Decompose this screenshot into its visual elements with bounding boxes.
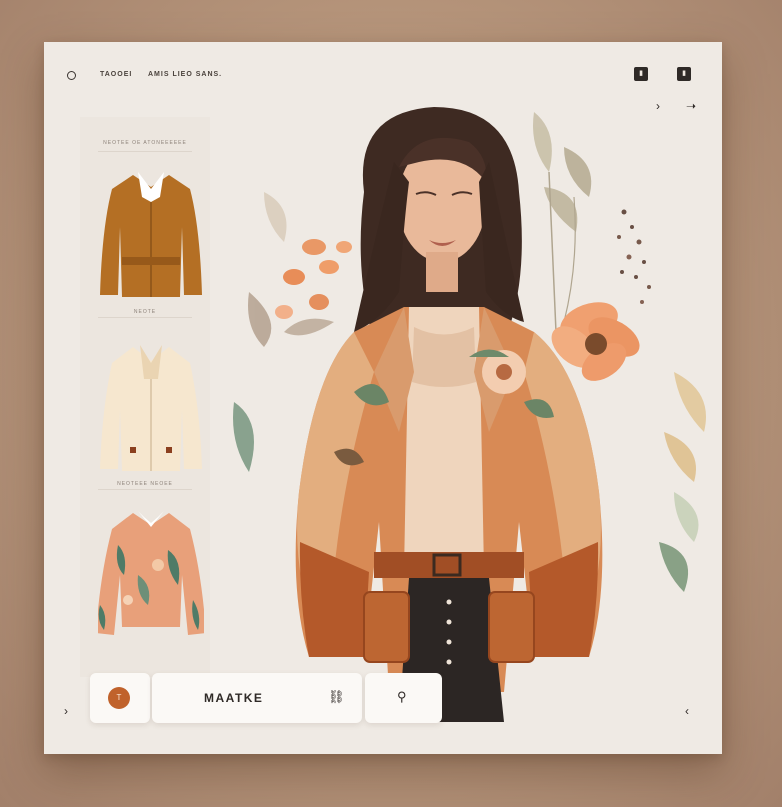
divider (98, 151, 192, 152)
circle-button-container[interactable]: T (90, 673, 150, 723)
product-floral-blouse[interactable] (98, 505, 204, 645)
title-bar[interactable]: MAATKE ⛓ (152, 673, 362, 723)
product-sidebar: NEOTEE OE ATONEEEEEE NEOTE NEOTEEE NEOEE (80, 117, 210, 677)
nav-label-left[interactable]: TAOOEI (100, 71, 132, 78)
divider (98, 489, 192, 490)
sidebar-section-label: NEOTE (133, 309, 157, 315)
orange-flowers-left (275, 239, 352, 319)
sidebar-section-label: NEOTEE OE ATONEEEEEE (103, 140, 187, 146)
hero-fashion-illustration (233, 107, 706, 722)
product-cream-jacket[interactable] (98, 339, 204, 479)
app-card: TAOOEI AMIS LIEO SANS. ▮ ▮ › ➝ NEOTEE OE… (44, 42, 722, 754)
share-button[interactable]: ⚲ (365, 673, 442, 723)
share-icon: ⚲ (397, 689, 407, 704)
orange-circle-button[interactable]: T (108, 687, 130, 709)
chevron-right-icon[interactable]: › (64, 705, 68, 717)
menu-dot-icon[interactable] (67, 71, 76, 80)
sidebar-section-label: NEOTEEE NEOEE (117, 481, 173, 487)
divider (98, 317, 192, 318)
bottom-bar-title: MAATKE (204, 691, 264, 705)
chevron-left-icon[interactable]: ‹ (685, 705, 689, 717)
link-icon[interactable]: ⛓ (328, 690, 345, 703)
product-mustard-blazer[interactable] (98, 167, 204, 302)
